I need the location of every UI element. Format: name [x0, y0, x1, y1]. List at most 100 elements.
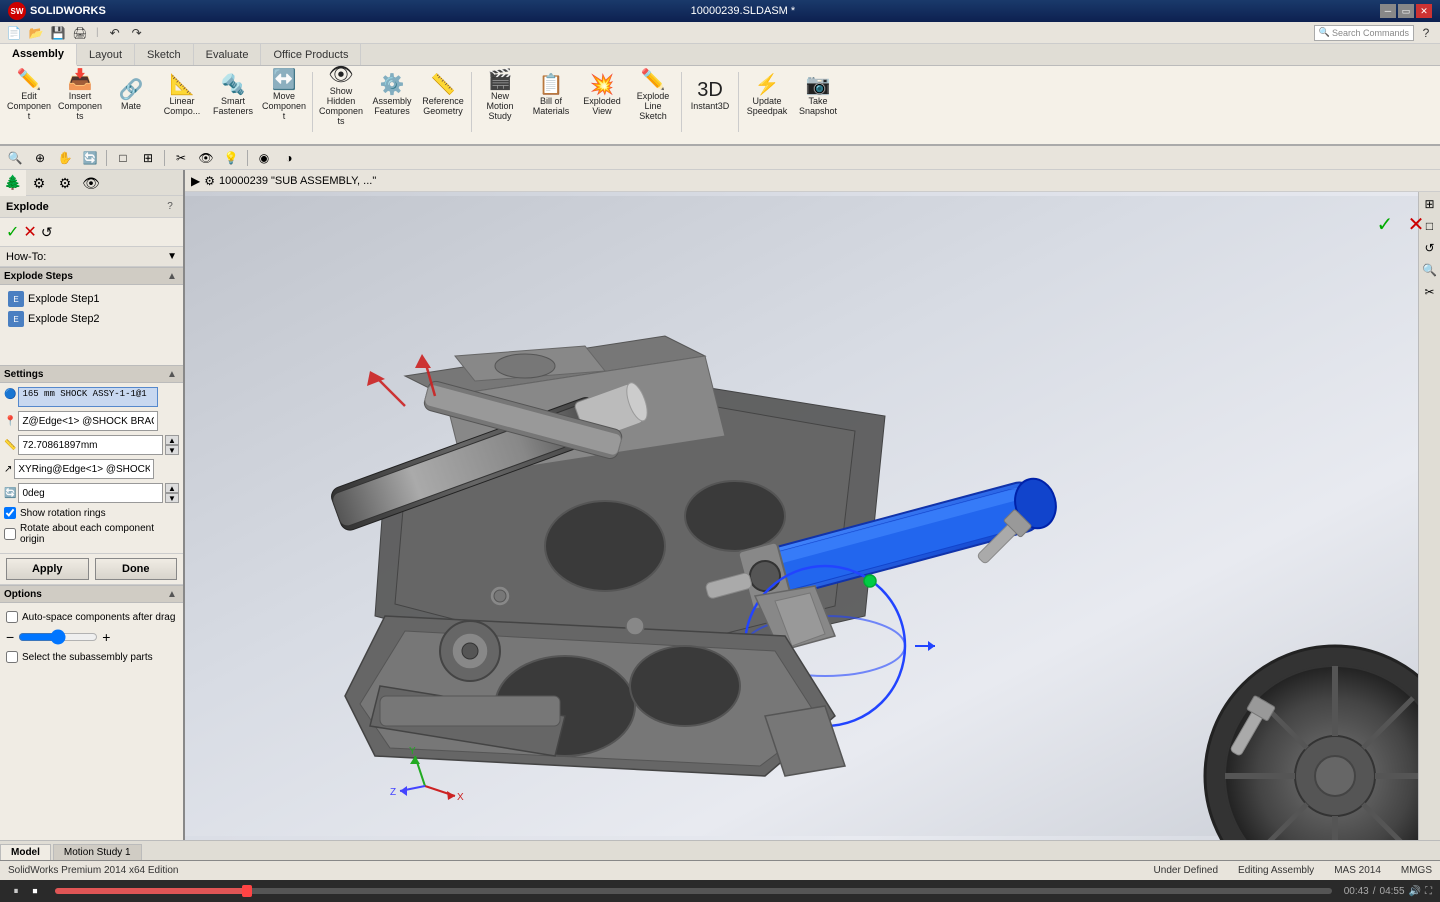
edit-component-button[interactable]: ✏️ Edit Component: [4, 68, 54, 124]
model-tab[interactable]: Model: [0, 844, 51, 860]
rotate-button[interactable]: 🔄: [79, 148, 101, 168]
fullscreen-icon[interactable]: ⛶: [1425, 886, 1432, 897]
ribbon-separator-2: [471, 72, 472, 132]
display-tab[interactable]: 👁: [78, 170, 104, 196]
select-subassembly-checkbox[interactable]: [6, 651, 18, 663]
insert-components-button[interactable]: 📥 Insert Components: [55, 68, 105, 124]
redo-button[interactable]: ↷: [127, 24, 147, 42]
instant3d-button[interactable]: 3D Instant3D: [685, 68, 735, 124]
config-tab[interactable]: ⚙: [52, 170, 78, 196]
axis-input[interactable]: XYRing@Edge<1> @SHOCK: [14, 459, 154, 479]
section-view-button[interactable]: ✂: [170, 148, 192, 168]
volume-icon[interactable]: 🔊: [1409, 886, 1421, 897]
mas-info: MAS 2014: [1334, 865, 1381, 876]
settings-collapse[interactable]: ▲: [165, 367, 179, 381]
angle-down-button[interactable]: ▼: [165, 493, 179, 503]
zoom-in-button[interactable]: ⊕: [29, 148, 51, 168]
rotate-about-checkbox[interactable]: [4, 528, 16, 540]
tab-office-products[interactable]: Office Products: [261, 44, 361, 65]
distance-up-button[interactable]: ▲: [165, 435, 179, 445]
tab-evaluate[interactable]: Evaluate: [194, 44, 262, 65]
right-toolbar: ⊞ □ ↺ 🔍 ✂: [1418, 192, 1440, 840]
auto-space-slider[interactable]: [18, 633, 98, 641]
update-speedpak-button[interactable]: ⚡ Update Speedpak: [742, 68, 792, 124]
refresh-explode-button[interactable]: ↺: [41, 224, 53, 241]
defined-status: Under Defined: [1154, 865, 1218, 876]
save-button[interactable]: 💾: [48, 24, 68, 42]
axis-field: ↗ XYRing@Edge<1> @SHOCK: [4, 459, 179, 479]
viewport[interactable]: ▶ ⚙ 10000239 "SUB ASSEMBLY, ..." ✓ ✕: [185, 170, 1440, 840]
zoom-to-fit-button[interactable]: 🔍: [4, 148, 26, 168]
pan-button[interactable]: ✋: [54, 148, 76, 168]
display-options-button[interactable]: 👁: [195, 148, 217, 168]
display-style-button[interactable]: □: [112, 148, 134, 168]
open-button[interactable]: 📂: [26, 24, 46, 42]
explode-steps-collapse[interactable]: ▲: [165, 269, 179, 283]
tree-header: ▶ ⚙ 10000239 "SUB ASSEMBLY, ...": [185, 170, 1440, 192]
move-component-button[interactable]: ↔️ Move Component: [259, 68, 309, 124]
explode-step-2[interactable]: E Explode Step2: [4, 309, 179, 329]
shadows-button[interactable]: ◑: [278, 148, 300, 168]
show-hidden-button[interactable]: 👁 Show Hidden Components: [316, 68, 366, 124]
new-button[interactable]: 📄: [4, 24, 24, 42]
linear-component-button[interactable]: 📐 Linear Compo...: [157, 68, 207, 124]
play-pause-button[interactable]: ⏸: [8, 884, 24, 898]
mate-button[interactable]: 🔗 Mate: [106, 68, 156, 124]
exploded-view-button[interactable]: 💥 Exploded View: [577, 68, 627, 124]
explode-help-button[interactable]: ?: [163, 200, 177, 214]
cancel-explode-button[interactable]: ✕: [23, 222, 36, 242]
step-2-icon: E: [8, 311, 24, 327]
edge-input[interactable]: Z@Edge<1> @SHOCK BRAC: [18, 411, 158, 431]
options-collapse[interactable]: ▲: [165, 587, 179, 601]
distance-input[interactable]: 72.70861897mm: [18, 435, 163, 455]
print-button[interactable]: 🖨: [70, 24, 90, 42]
bill-of-materials-button[interactable]: 📋 Bill of Materials: [526, 68, 576, 124]
vt-sep-2: [164, 150, 165, 166]
angle-input[interactable]: 0deg: [18, 483, 163, 503]
undo-button[interactable]: ↶: [105, 24, 125, 42]
realview-button[interactable]: ◉: [253, 148, 275, 168]
timeline-thumb[interactable]: [242, 885, 252, 897]
lighting-button[interactable]: 💡: [220, 148, 242, 168]
auto-space-slider-row: − +: [6, 627, 177, 647]
auto-space-checkbox[interactable]: [6, 611, 18, 623]
confirm-explode-button[interactable]: ✓: [6, 222, 19, 242]
take-snapshot-button[interactable]: 📷 Take Snapshot: [793, 68, 843, 124]
motion-study-tab[interactable]: Motion Study 1: [53, 844, 142, 860]
tab-assembly[interactable]: Assembly: [0, 44, 77, 66]
explode-line-button[interactable]: ✏️ Explode Line Sketch: [628, 68, 678, 124]
done-button[interactable]: Done: [95, 558, 178, 580]
howto-expand-button[interactable]: ▼: [167, 251, 177, 262]
reference-geom-icon: 📏: [431, 75, 456, 95]
apply-button[interactable]: Apply: [6, 558, 89, 580]
timeline-progress: [55, 888, 247, 894]
smart-fasteners-button[interactable]: 🔩 Smart Fasteners: [208, 68, 258, 124]
restore-button[interactable]: ▭: [1398, 4, 1414, 18]
instant3d-icon: 3D: [697, 80, 723, 100]
assembly-features-button[interactable]: ⚙️ Assembly Features: [367, 68, 417, 124]
property-tab[interactable]: ⚙: [26, 170, 52, 196]
distance-down-button[interactable]: ▼: [165, 445, 179, 455]
show-rotation-rings-checkbox[interactable]: [4, 507, 16, 519]
explode-step-1[interactable]: E Explode Step1: [4, 289, 179, 309]
angle-up-button[interactable]: ▲: [165, 483, 179, 493]
reference-geometry-button[interactable]: 📏 Reference Geometry: [418, 68, 468, 124]
feature-tree-tab[interactable]: 🌲: [0, 170, 26, 196]
vt-sep-1: [106, 150, 107, 166]
view-orientation-button[interactable]: ⊞: [137, 148, 159, 168]
tab-sketch[interactable]: Sketch: [135, 44, 194, 65]
tab-layout[interactable]: Layout: [77, 44, 135, 65]
stop-button[interactable]: ⏹: [27, 884, 43, 898]
right-section-button[interactable]: ✂: [1420, 282, 1440, 302]
right-rotate-button[interactable]: ↺: [1420, 238, 1440, 258]
confirm-button[interactable]: ✓: [1371, 210, 1399, 238]
minimize-button[interactable]: ─: [1380, 4, 1396, 18]
help-button[interactable]: ?: [1416, 24, 1436, 42]
component-input[interactable]: 165 mm SHOCK ASSY-1-1@1: [18, 387, 158, 407]
cancel-button[interactable]: ✕: [1402, 210, 1430, 238]
timeline[interactable]: [55, 888, 1332, 894]
new-motion-button[interactable]: 🎬 New Motion Study: [475, 68, 525, 124]
search-placeholder[interactable]: Search Commands: [1332, 28, 1409, 38]
close-button[interactable]: ✕: [1416, 4, 1432, 18]
right-zoom-button[interactable]: 🔍: [1420, 260, 1440, 280]
